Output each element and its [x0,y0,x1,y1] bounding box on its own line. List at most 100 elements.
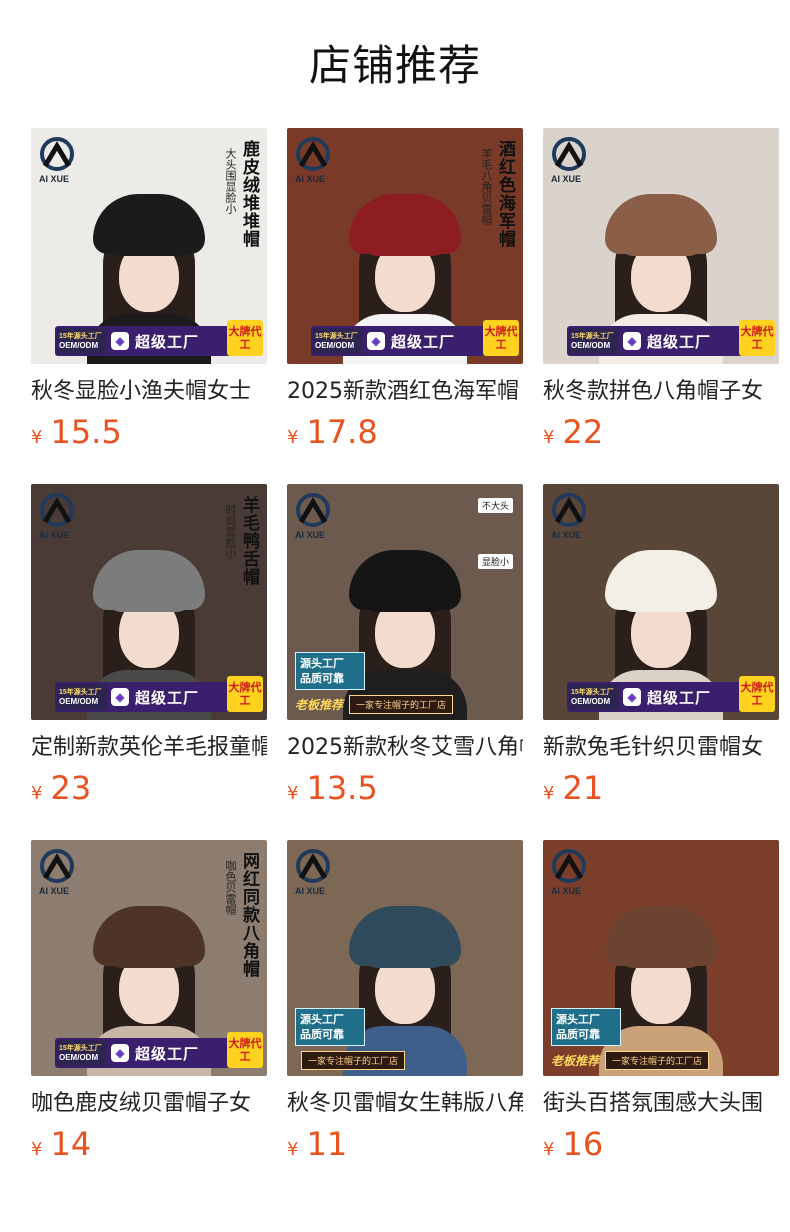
currency-symbol: ¥ [31,783,43,804]
super-factory-text: 超级工厂 [135,332,200,351]
product-title[interactable]: 2025新款秋冬艾雪八角帽 [287,732,523,764]
currency-symbol: ¥ [287,783,299,804]
brand-logo-text: AI XUE [295,886,326,896]
product-image[interactable]: AI XUE 鹿皮绒堆堆帽 大头围显脸小 15年源头工厂 OEM/ODM ◆ 超级工厂 大牌代… [31,128,267,364]
product-price: ¥13.5 [287,768,523,808]
product-image[interactable]: AI XUE 酒红色海军帽 羊毛八角贝雷帽 15年源头工厂 OEM/ODM ◆ 超级工厂 大牌… [287,128,523,364]
brand-logo-text: AI XUE [295,530,326,540]
image-subheadline: 时尚显脸小 [224,504,237,559]
product-card[interactable]: AI XUE 15年源头工厂 OEM/ODM ◆ 超级工厂 大牌代工 秋冬款拼色八角帽子女 ¥… [543,128,779,452]
brand-logo-icon: AI XUE [39,136,79,188]
factory-years-label: 15年源头工厂 OEM/ODM [57,1040,107,1066]
currency-symbol: ¥ [31,427,43,448]
oem-text: OEM/ODM [59,341,99,350]
image-subheadline: 羊毛八角贝雷帽 [480,148,493,225]
product-price: ¥21 [543,768,779,808]
currency-symbol: ¥ [287,427,299,448]
product-price: ¥23 [31,768,267,808]
image-tag: 显脸小 [477,554,513,569]
source-line-1: 源头工厂 [300,657,344,670]
product-title[interactable]: 定制新款英伦羊毛报童帽 [31,732,267,764]
brand-logo-icon: AI XUE [39,848,79,900]
diamond-icon: ◆ [623,688,641,706]
super-factory-text: 超级工厂 [135,688,200,707]
big-brand-text: 大牌代工 [227,676,263,712]
product-title[interactable]: 街头百搭氛围感大头围 [543,1088,779,1120]
image-tag: 不大头 [477,498,513,513]
product-image[interactable]: AI XUE 15年源头工厂 OEM/ODM ◆ 超级工厂 大牌代工 [543,128,779,364]
product-title[interactable]: 咖色鹿皮绒贝雷帽子女 [31,1088,267,1120]
currency-symbol: ¥ [543,1139,555,1160]
factory-badge: 15年源头工厂 OEM/ODM ◆ 超级工厂 大牌代工 [55,320,263,356]
factory-years-text: 15年源头工厂 [59,1045,102,1052]
store-strip: 老板推荐 一家专注帽子的工厂店 [295,694,515,714]
source-line-2: 品质可靠 [556,1028,600,1041]
product-price: ¥16 [543,1124,779,1164]
brand-logo-icon: AI XUE [39,492,79,544]
boss-recommend-text: 老板推荐 [551,1053,600,1068]
hat-brim-shape [363,954,447,968]
brand-logo-text: AI XUE [551,530,582,540]
product-title[interactable]: 秋冬贝雷帽女生韩版八角 [287,1088,523,1120]
factory-badge: 15年源头工厂 OEM/ODM ◆ 超级工厂 大牌代工 [55,676,263,712]
diamond-icon: ◆ [623,332,641,350]
brand-logo-text: AI XUE [39,886,70,896]
source-line-1: 源头工厂 [556,1013,600,1026]
brand-logo-text: AI XUE [295,174,326,184]
factory-years-label: 15年源头工厂 OEM/ODM [569,328,619,354]
oem-text: OEM/ODM [571,697,611,706]
image-headline: 网红同款八角帽 [239,852,259,978]
product-card[interactable]: AI XUE 源头工厂 品质可靠 老板推荐 一家专注帽子的工厂店 街头百搭氛围感大头围 ¥1… [543,840,779,1164]
brand-logo-icon: AI XUE [551,492,591,544]
factory-years-label: 15年源头工厂 OEM/ODM [57,684,107,710]
price-value: 21 [562,769,604,807]
super-factory-text: 超级工厂 [391,332,456,351]
factory-years-text: 15年源头工厂 [59,333,102,340]
boss-recommend-text: 老板推荐 [295,697,344,712]
image-subheadline: 大头围显脸小 [224,148,237,214]
factory-badge: 15年源头工厂 OEM/ODM ◆ 超级工厂 大牌代工 [55,1032,263,1068]
big-brand-text: 大牌代工 [227,1032,263,1068]
product-price: ¥11 [287,1124,523,1164]
product-card[interactable]: AI XUE 网红同款八角帽 咖色贝雷帽 15年源头工厂 OEM/ODM ◆ 超级工厂 大牌代… [31,840,267,1164]
product-title[interactable]: 秋冬显脸小渔夫帽女士 [31,376,267,408]
brand-logo-text: AI XUE [551,886,582,896]
super-factory-text: 超级工厂 [647,332,712,351]
product-card[interactable]: AI XUE 鹿皮绒堆堆帽 大头围显脸小 15年源头工厂 OEM/ODM ◆ 超级工厂 大牌代… [31,128,267,452]
diamond-icon: ◆ [111,332,129,350]
price-value: 17.8 [306,413,378,451]
oem-text: OEM/ODM [59,1053,99,1062]
factory-years-label: 15年源头工厂 OEM/ODM [313,328,363,354]
product-title[interactable]: 秋冬款拼色八角帽子女 [543,376,779,408]
product-title[interactable]: 2025新款酒红色海军帽 [287,376,523,408]
product-image[interactable]: AI XUE 网红同款八角帽 咖色贝雷帽 15年源头工厂 OEM/ODM ◆ 超级工厂 大牌代… [31,840,267,1076]
product-image[interactable]: AI XUE 15年源头工厂 OEM/ODM ◆ 超级工厂 大牌代工 [543,484,779,720]
product-image[interactable]: AI XUE 不大头显脸小源头工厂 品质可靠老板推荐 一家专注帽子的工厂店 [287,484,523,720]
big-brand-text: 大牌代工 [227,320,263,356]
store-slogan-text: 一家专注帽子的工厂店 [349,694,454,714]
price-value: 16 [562,1125,604,1163]
product-card[interactable]: AI XUE 15年源头工厂 OEM/ODM ◆ 超级工厂 大牌代工 新款兔毛针织贝雷帽女 ¥… [543,484,779,808]
product-card[interactable]: AI XUE 羊毛鸭舌帽 时尚显脸小 15年源头工厂 OEM/ODM ◆ 超级工厂 大牌代工定… [31,484,267,808]
hat-brim-shape [363,598,447,612]
source-line-1: 源头工厂 [300,1013,344,1026]
product-card[interactable]: AI XUE 源头工厂 品质可靠 一家专注帽子的工厂店 秋冬贝雷帽女生韩版八角 ¥11 [287,840,523,1164]
product-card[interactable]: AI XUE 不大头显脸小源头工厂 品质可靠老板推荐 一家专注帽子的工厂店 2025新款… [287,484,523,808]
product-image[interactable]: AI XUE 羊毛鸭舌帽 时尚显脸小 15年源头工厂 OEM/ODM ◆ 超级工厂 大牌代工 [31,484,267,720]
product-card[interactable]: AI XUE 酒红色海军帽 羊毛八角贝雷帽 15年源头工厂 OEM/ODM ◆ 超级工厂 大牌… [287,128,523,452]
product-image[interactable]: AI XUE 源头工厂 品质可靠 老板推荐 一家专注帽子的工厂店 [543,840,779,1076]
currency-symbol: ¥ [543,427,555,448]
brand-logo-text: AI XUE [39,174,70,184]
factory-years-label: 15年源头工厂 OEM/ODM [57,328,107,354]
brand-logo-icon: AI XUE [295,492,335,544]
hat-brim-shape [363,242,447,256]
source-factory-badge: 源头工厂 品质可靠 [295,652,365,690]
product-image[interactable]: AI XUE 源头工厂 品质可靠 一家专注帽子的工厂店 [287,840,523,1076]
product-title[interactable]: 新款兔毛针织贝雷帽女 [543,732,779,764]
factory-years-text: 15年源头工厂 [571,689,614,696]
product-price: ¥22 [543,412,779,452]
brand-logo-icon: AI XUE [551,136,591,188]
factory-badge: 15年源头工厂 OEM/ODM ◆ 超级工厂 大牌代工 [567,320,775,356]
factory-years-label: 15年源头工厂 OEM/ODM [569,684,619,710]
factory-years-text: 15年源头工厂 [315,333,358,340]
